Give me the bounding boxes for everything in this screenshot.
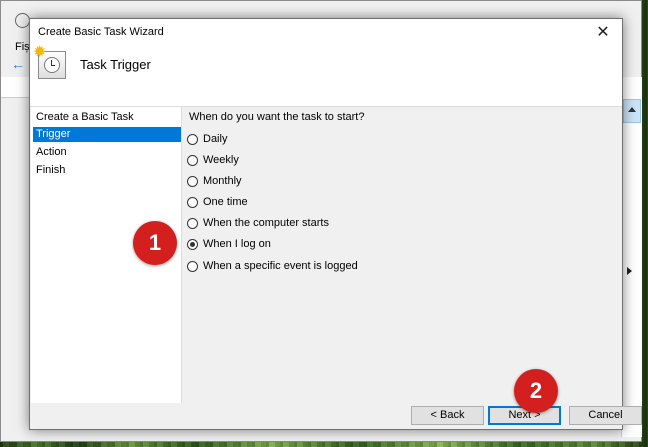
radio-button[interactable]: [187, 176, 198, 187]
radio-button[interactable]: [187, 197, 198, 208]
back-arrow-icon[interactable]: ←: [11, 57, 25, 71]
wizard-header: ✹ Task Trigger: [30, 45, 622, 107]
option-label: One time: [203, 196, 248, 208]
star-icon: ✹: [33, 44, 47, 61]
app-clock-icon: [15, 13, 30, 28]
dialog-title: Create Basic Task Wizard: [38, 26, 164, 38]
step-marker-2: 2: [514, 369, 558, 413]
menu-file[interactable]: Fiș: [15, 41, 30, 53]
option-label: When a specific event is logged: [203, 260, 358, 272]
step-trigger[interactable]: Trigger: [33, 127, 181, 142]
expand-arrow-icon[interactable]: [627, 267, 632, 275]
option-label: Weekly: [203, 154, 239, 166]
option-label: Daily: [203, 133, 228, 145]
step-marker-1: 1: [133, 221, 177, 265]
option-label: Monthly: [203, 175, 242, 187]
back-button[interactable]: < Back: [411, 406, 484, 425]
step-create-basic-task[interactable]: Create a Basic Task: [33, 110, 181, 125]
scheduled-task-clock-icon: ✹: [33, 45, 66, 79]
cancel-button[interactable]: Cancel: [569, 406, 642, 425]
title-bar: Create Basic Task Wizard ✕: [30, 19, 622, 48]
page-title: Task Trigger: [80, 57, 151, 72]
option-label: When I log on: [203, 238, 271, 250]
scroll-up-button[interactable]: [623, 99, 641, 123]
right-pane: [621, 77, 642, 437]
close-icon[interactable]: ✕: [592, 22, 614, 44]
option-label: When the computer starts: [203, 217, 329, 229]
trigger-question: When do you want the task to start?: [189, 111, 365, 123]
radio-button[interactable]: [187, 155, 198, 166]
tree-row: [1, 77, 31, 98]
step-finish[interactable]: Finish: [33, 163, 181, 178]
radio-button[interactable]: [187, 261, 198, 272]
radio-button[interactable]: [187, 218, 198, 229]
radio-button-selected[interactable]: [187, 239, 198, 250]
radio-button[interactable]: [187, 134, 198, 145]
step-action[interactable]: Action: [33, 145, 181, 160]
